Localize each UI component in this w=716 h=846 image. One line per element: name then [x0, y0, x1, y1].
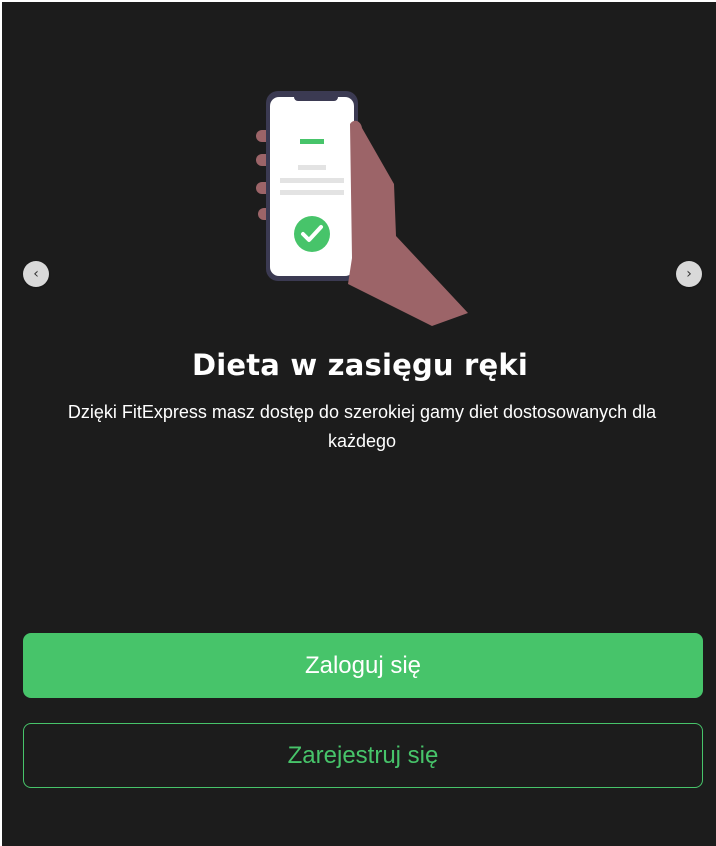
carousel-prev-button[interactable]: ‹: [23, 261, 49, 287]
chevron-left-icon: ‹: [33, 266, 39, 282]
register-button-label: Zarejestruj się: [287, 741, 439, 769]
login-button[interactable]: Zaloguj się: [23, 633, 703, 698]
onboarding-screen: ‹ › Dieta w zasięgu ręki Dzięki FitExpre…: [0, 0, 716, 846]
login-button-label: Zaloguj się: [304, 651, 422, 679]
hand-holding-phone-icon: [256, 91, 468, 326]
register-button[interactable]: Zarejestruj się: [23, 723, 703, 788]
slide-title: Dieta w zasięgu ręki: [191, 348, 529, 382]
chevron-right-icon: ›: [686, 266, 692, 282]
carousel-next-button[interactable]: ›: [676, 261, 702, 287]
slide-description: Dzięki FitExpress masz dostęp do szeroki…: [67, 402, 657, 451]
